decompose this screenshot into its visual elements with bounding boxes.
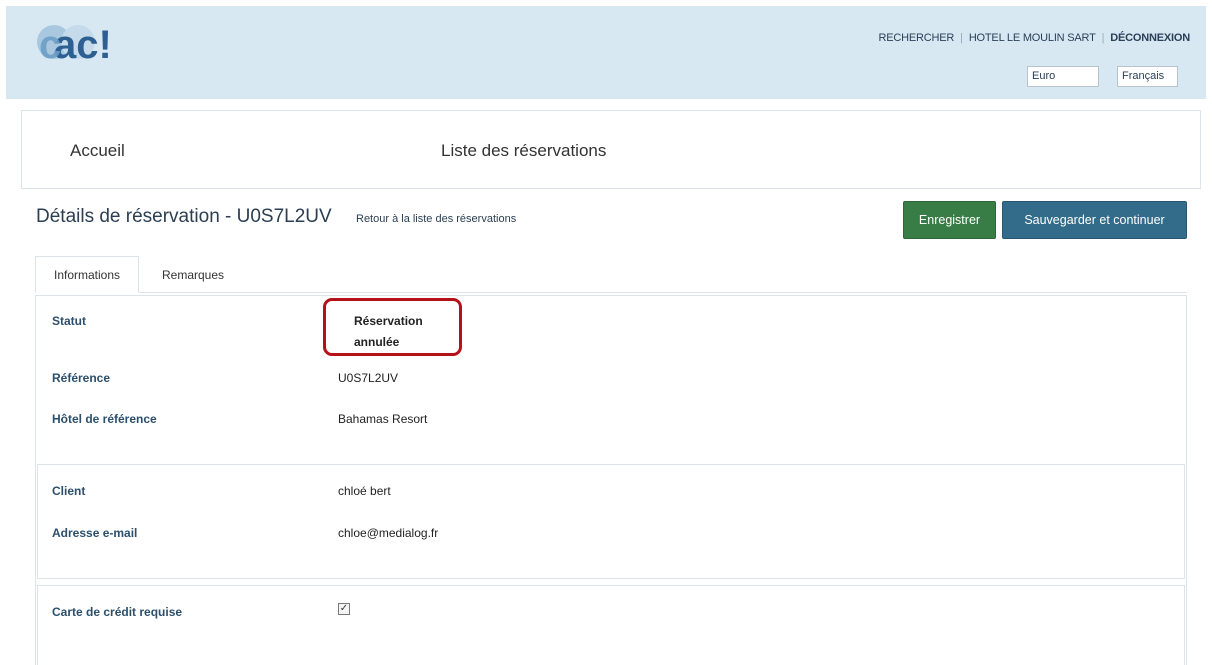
tab-remarques[interactable]: Remarques xyxy=(145,256,241,293)
currency-select[interactable]: Euro xyxy=(1027,66,1099,87)
tab-informations[interactable]: Informations xyxy=(35,256,139,293)
email-value: chloe@medialog.fr xyxy=(338,526,439,540)
page-title: Détails de réservation - U0S7L2UV xyxy=(36,206,332,227)
logout-link[interactable]: DÉCONNEXION xyxy=(1110,32,1190,44)
hotel-label: Hôtel de référence xyxy=(52,412,157,426)
search-link[interactable]: RECHERCHER xyxy=(879,32,955,44)
nav-reservations-list[interactable]: Liste des réservations xyxy=(441,141,606,161)
save-continue-button[interactable]: Sauvegarder et continuer xyxy=(1002,201,1187,239)
client-label: Client xyxy=(52,484,86,498)
back-to-list-link[interactable]: Retour à la liste des réservations xyxy=(356,213,516,225)
top-header: ac! c RECHERCHER | HOTEL LE MOULIN SART | DÉ… xyxy=(6,6,1206,99)
status-highlight-box xyxy=(323,298,462,356)
svg-text:c: c xyxy=(39,23,61,67)
credit-card-required-checkbox[interactable]: ✓ xyxy=(338,603,350,615)
email-label: Adresse e-mail xyxy=(52,526,138,540)
credit-card-label: Carte de crédit requise xyxy=(52,605,183,619)
link-separator: | xyxy=(1101,32,1105,44)
client-panel xyxy=(37,464,1185,579)
card-panel xyxy=(37,585,1185,665)
link-separator: | xyxy=(960,32,963,44)
status-label: Statut xyxy=(52,314,86,328)
top-links: RECHERCHER | HOTEL LE MOULIN SART | DÉCONNEX… xyxy=(879,32,1191,44)
hotel-value: Bahamas Resort xyxy=(338,412,428,426)
save-button[interactable]: Enregistrer xyxy=(903,201,996,239)
checkmark-icon: ✓ xyxy=(339,603,349,614)
reference-value: U0S7L2UV xyxy=(338,371,399,385)
svg-text:ac!: ac! xyxy=(54,23,112,67)
ctac-logo[interactable]: ac! c xyxy=(34,18,154,68)
language-select[interactable]: Français xyxy=(1117,66,1178,87)
reference-label: Référence xyxy=(52,371,111,385)
client-value: chloé bert xyxy=(338,484,391,498)
hotel-link[interactable]: HOTEL LE MOULIN SART xyxy=(969,32,1096,44)
nav-home[interactable]: Accueil xyxy=(70,141,125,161)
main-nav: Accueil Liste des réservations xyxy=(21,110,1201,189)
